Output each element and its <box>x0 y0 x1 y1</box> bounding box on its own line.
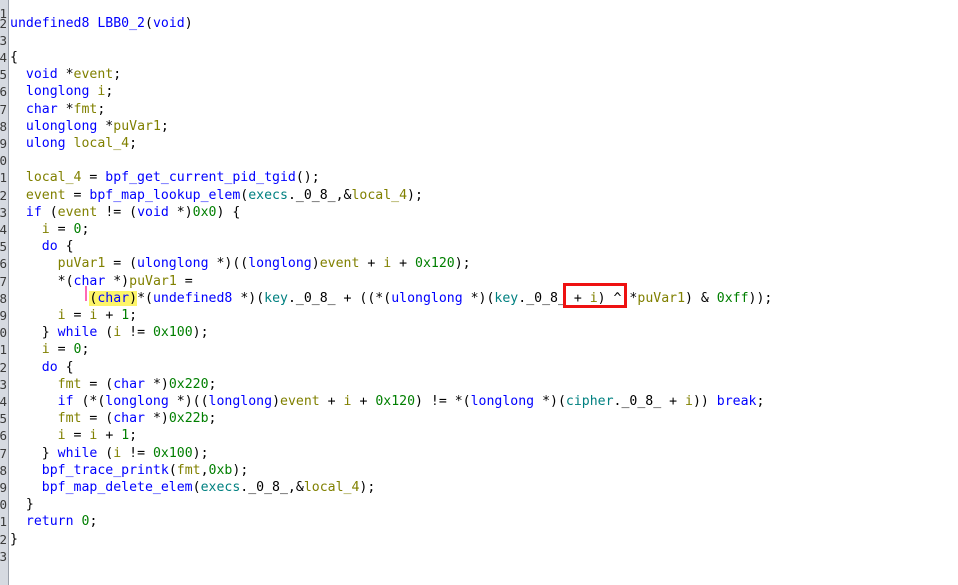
line-number: 14 <box>0 221 7 237</box>
line-number: 4 <box>0 49 7 65</box>
code-line[interactable]: ulong local_4; <box>10 135 137 152</box>
code-line[interactable]: fmt = (char *)0x22b; <box>10 410 217 427</box>
line-number: 13 <box>0 204 7 220</box>
line-number: 29 <box>0 479 7 495</box>
line-number: 28 <box>0 462 7 478</box>
line-number: 17 <box>0 273 7 289</box>
code-line[interactable]: local_4 = bpf_get_current_pid_tgid(); <box>10 169 320 186</box>
code-line[interactable]: do { <box>10 359 74 376</box>
code-line[interactable]: (char)*(undefined8 *)(key._0_8_ + ((*(ul… <box>10 290 772 307</box>
line-number: 16 <box>0 256 7 272</box>
code-line[interactable]: event = bpf_map_lookup_elem(execs._0_8_,… <box>10 187 423 204</box>
code-line[interactable]: ulonglong *puVar1; <box>10 118 169 135</box>
code-line[interactable]: i = i + 1; <box>10 427 137 444</box>
line-number: 6 <box>0 84 7 100</box>
code-line[interactable]: if (event != (void *)0x0) { <box>10 204 240 221</box>
code-line[interactable]: { <box>10 49 18 66</box>
code-line[interactable]: longlong i; <box>10 83 113 100</box>
code-line[interactable]: i = i + 1; <box>10 307 137 324</box>
code-text-area[interactable]: undefined8 LBB0_2(void) { void *event; lo… <box>10 0 958 585</box>
line-number: 11 <box>0 170 7 186</box>
line-number: 10 <box>0 153 7 169</box>
code-line[interactable]: bpf_trace_printk(fmt,0xb); <box>10 462 249 479</box>
line-number: 24 <box>0 393 7 409</box>
code-line[interactable]: do { <box>10 238 74 255</box>
code-line[interactable]: } <box>10 531 18 548</box>
code-line[interactable]: return 0; <box>10 513 98 530</box>
line-number: 22 <box>0 359 7 375</box>
line-number: 2 <box>0 15 7 31</box>
text-caret <box>85 286 87 301</box>
code-line[interactable]: undefined8 LBB0_2(void) <box>10 15 193 32</box>
line-number: 7 <box>0 101 7 117</box>
line-number: 25 <box>0 411 7 427</box>
code-line[interactable]: *(char *)puVar1 = <box>10 273 193 290</box>
line-number: 8 <box>0 118 7 134</box>
line-number: 9 <box>0 135 7 151</box>
line-number: 32 <box>0 531 7 547</box>
code-line[interactable]: i = 0; <box>10 341 90 358</box>
code-line[interactable]: puVar1 = (ulonglong *)((longlong)event +… <box>10 255 471 272</box>
line-number: 5 <box>0 67 7 83</box>
line-number: 23 <box>0 376 7 392</box>
line-number: 19 <box>0 307 7 323</box>
code-line[interactable]: } <box>10 496 34 513</box>
code-line[interactable]: bpf_map_delete_elem(execs._0_8_,&local_4… <box>10 479 376 496</box>
code-line[interactable]: char *fmt; <box>10 101 105 118</box>
code-line[interactable]: } while (i != 0x100); <box>10 324 209 341</box>
line-number: 30 <box>0 497 7 513</box>
line-number: 12 <box>0 187 7 203</box>
line-number: 31 <box>0 514 7 530</box>
code-line[interactable]: void *event; <box>10 66 121 83</box>
code-line[interactable]: fmt = (char *)0x220; <box>10 376 217 393</box>
line-number: 33 <box>0 548 7 564</box>
code-line[interactable]: if (*(longlong *)((longlong)event + i + … <box>10 393 765 410</box>
code-line[interactable]: } while (i != 0x100); <box>10 445 209 462</box>
line-number: 27 <box>0 445 7 461</box>
line-number: 18 <box>0 290 7 306</box>
line-number: 15 <box>0 239 7 255</box>
decompiler-code-view[interactable]: 1234567891011121314151617181920212223242… <box>0 0 958 585</box>
line-number: 20 <box>0 325 7 341</box>
line-number: 3 <box>0 32 7 48</box>
line-number: 21 <box>0 342 7 358</box>
line-number: 26 <box>0 428 7 444</box>
code-line[interactable]: i = 0; <box>10 221 90 238</box>
